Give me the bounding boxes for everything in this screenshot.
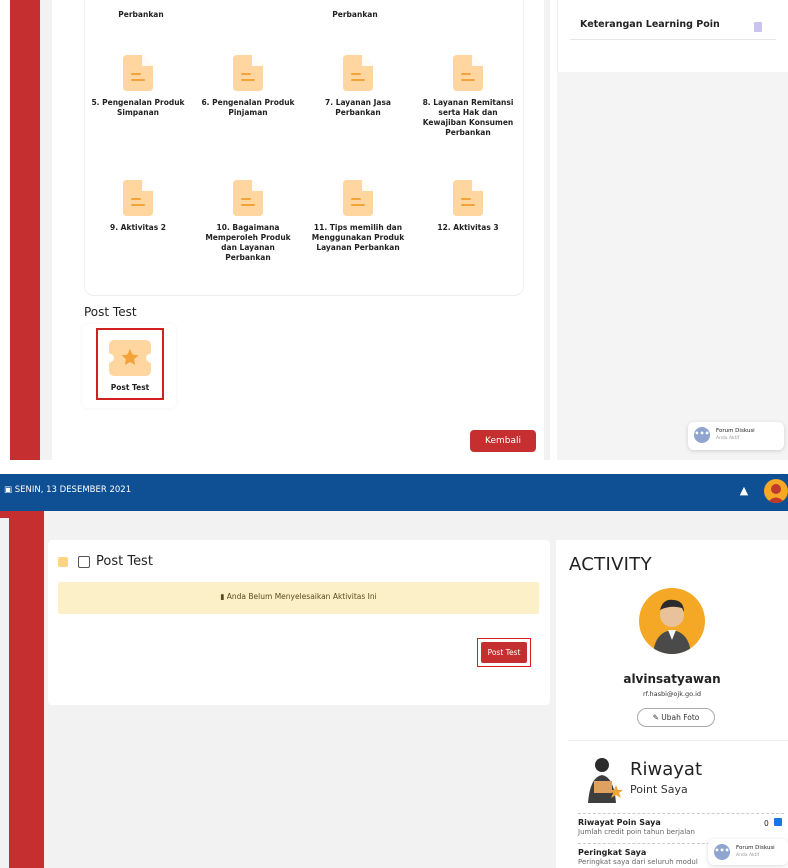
- riwayat-subtitle: Point Saya: [630, 783, 688, 796]
- module-label-partial: Perbankan: [332, 10, 378, 19]
- peringkat-desc: Peringkat saya dari seluruh modul: [578, 858, 698, 866]
- forum-title: Forum Diskusi: [736, 845, 775, 851]
- bell-icon[interactable]: ▲: [737, 484, 751, 500]
- activity-heading: ACTIVITY: [569, 554, 652, 575]
- keterangan-label: Keterangan Learning Poin: [580, 19, 720, 30]
- section-title-post-test: Post Test: [84, 305, 137, 319]
- module-icon: [58, 557, 68, 567]
- forum-title: Forum Diskusi: [716, 428, 755, 434]
- person-photo-icon: [653, 599, 691, 654]
- ticket-star-icon: [109, 340, 151, 376]
- riwayat-title: Riwayat: [630, 759, 702, 780]
- module-label: 9. Aktivitas 2: [109, 223, 167, 232]
- link-icon: [774, 818, 782, 826]
- person-reading-icon: [588, 758, 623, 803]
- module-item-7[interactable]: 7. Layanan Jasa Perbankan: [308, 55, 408, 118]
- edit-icon: ✎: [652, 713, 662, 722]
- post-test-tile-label: Post Test: [110, 383, 150, 392]
- right-panel-background: [557, 72, 788, 460]
- document-icon: [754, 22, 762, 32]
- warning-alert: ▮ Anda Belum Menyelesaikan Aktivitas Ini: [58, 582, 539, 614]
- module-label: 7. Layanan Jasa Perbankan: [325, 98, 391, 117]
- module-label: 11. Tips memilih dan Menggunakan Produk …: [311, 223, 405, 252]
- learning-module-page: Perbankan Perbankan 5. Pengenalan Produk…: [0, 0, 788, 460]
- date-text: SENIN, 13 DESEMBER 2021: [14, 485, 132, 495]
- module-label: 6. Pengenalan Produk Pinjaman: [201, 98, 295, 117]
- riwayat-poin-title: Riwayat Poin Saya: [578, 818, 661, 827]
- user-email: rf.hasbi@ojk.go.id: [642, 690, 702, 698]
- module-label-partial: Perbankan: [118, 10, 164, 19]
- profile-photo: [639, 588, 705, 654]
- module-item-8[interactable]: 8. Layanan Remitansi serta Hak dan Kewaj…: [418, 55, 518, 138]
- chat-bubble-icon: •••: [714, 844, 730, 860]
- post-test-tile[interactable]: Post Test: [96, 328, 164, 400]
- document-icon: [343, 180, 373, 216]
- forum-subtitle: Anda Aktif: [736, 853, 760, 858]
- module-item-10[interactable]: 10. Bagaimana Memperoleh Produk dan Laya…: [198, 180, 298, 263]
- top-navbar: ▣ SENIN, 13 DESEMBER 2021 ▲: [0, 474, 788, 511]
- keterangan-card[interactable]: Keterangan Learning Poin: [570, 10, 776, 40]
- document-icon: [453, 55, 483, 91]
- forum-diskusi-button[interactable]: ••• Forum Diskusi Anda Aktif: [708, 839, 788, 865]
- ubah-foto-label: Ubah Foto: [661, 713, 700, 722]
- module-item-5[interactable]: 5. Pengenalan Produk Simpanan: [88, 55, 188, 118]
- module-label: 5. Pengenalan Produk Simpanan: [91, 98, 185, 117]
- profile-box: alvinsatyawan rf.hasbi@ojk.go.id ✎ Ubah …: [569, 586, 775, 752]
- username: alvinsatyawan: [623, 672, 721, 686]
- module-item-9[interactable]: 9. Aktivitas 2: [88, 180, 188, 233]
- peringkat-title: Peringkat Saya: [578, 848, 647, 857]
- post-test-card: Post Test ▮ Anda Belum Menyelesaikan Akt…: [48, 540, 550, 705]
- kembali-button[interactable]: Kembali: [470, 430, 536, 452]
- post-test-button[interactable]: Post Test: [481, 642, 527, 663]
- alert-text: Anda Belum Menyelesaikan Aktivitas Ini: [226, 592, 377, 601]
- user-avatar-icon: [767, 484, 785, 503]
- document-icon: [343, 55, 373, 91]
- riwayat-poin-value: 0: [764, 819, 769, 828]
- document-icon: [123, 55, 153, 91]
- module-item-11[interactable]: 11. Tips memilih dan Menggunakan Produk …: [308, 180, 408, 253]
- page-title: Post Test: [96, 554, 153, 569]
- document-icon: [453, 180, 483, 216]
- document-icon: [123, 180, 153, 216]
- module-label: 8. Layanan Remitansi serta Hak dan Kewaj…: [422, 98, 514, 137]
- module-label: 12. Aktivitas 3: [437, 223, 499, 232]
- chat-bubble-icon: •••: [694, 427, 710, 443]
- module-item-12[interactable]: 12. Aktivitas 3: [418, 180, 518, 233]
- module-label: 10. Bagaimana Memperoleh Produk dan Laya…: [205, 223, 291, 262]
- date-label: ▣ SENIN, 13 DESEMBER 2021: [4, 485, 131, 495]
- sidebar-red-bar: [10, 0, 40, 460]
- sidebar-red-bar: [9, 511, 44, 868]
- avatar[interactable]: [764, 479, 788, 503]
- document-icon: [233, 180, 263, 216]
- document-icon: [233, 55, 263, 91]
- module-item-6[interactable]: 6. Pengenalan Produk Pinjaman: [198, 55, 298, 118]
- riwayat-poin-desc: Jumlah credit poin tahun berjalan: [578, 828, 695, 836]
- ubah-foto-button[interactable]: ✎ Ubah Foto: [637, 708, 715, 727]
- module-grid-card: [84, 0, 524, 296]
- forum-subtitle: Anda Aktif: [716, 436, 740, 441]
- checkbox-icon: [78, 556, 90, 568]
- forum-diskusi-button[interactable]: ••• Forum Diskusi Anda Aktif: [688, 422, 784, 450]
- post-test-page: ▣ SENIN, 13 DESEMBER 2021 ▲ Post Test ▮ …: [0, 474, 788, 868]
- calendar-icon: ▣: [4, 485, 15, 495]
